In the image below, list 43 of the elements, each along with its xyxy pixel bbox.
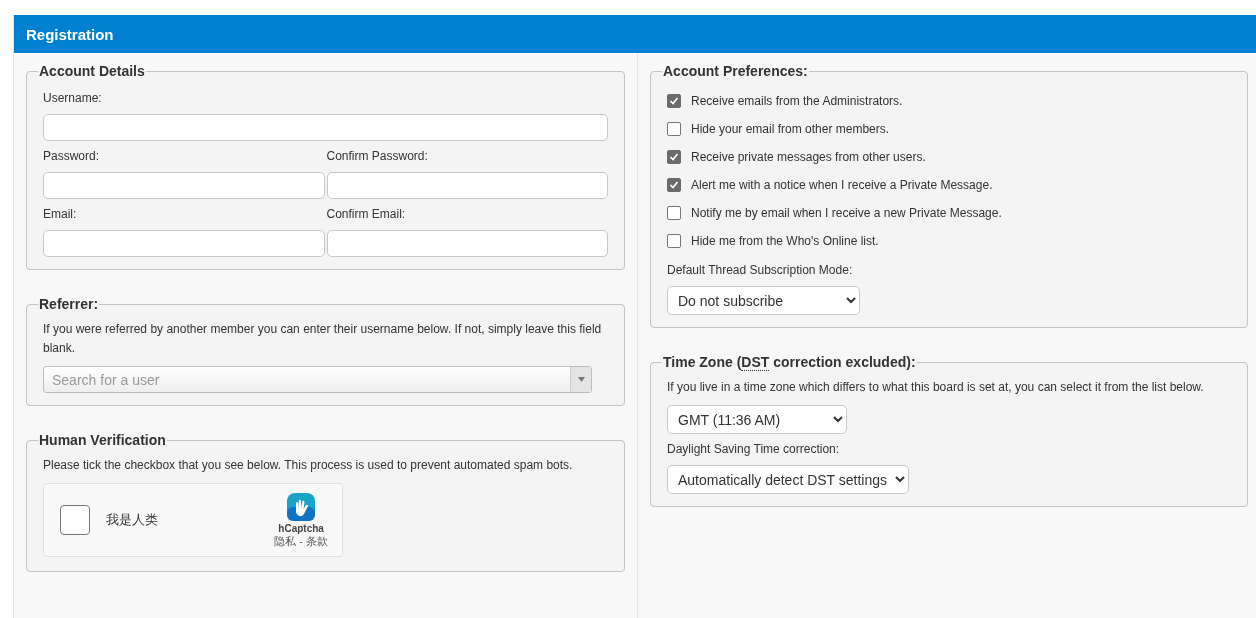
checkbox-option[interactable]: Hide your email from other members. (667, 115, 1231, 143)
field-label: Daylight Saving Time correction: (667, 442, 841, 456)
section-title: Referrer: (38, 296, 100, 312)
timezone-select[interactable]: GMT (11:36 AM) (667, 405, 847, 434)
checkbox[interactable] (667, 206, 681, 220)
input-field[interactable] (326, 230, 608, 257)
checkbox[interactable] (667, 150, 681, 164)
field-label: Password: (43, 149, 101, 163)
input-field[interactable] (326, 172, 608, 199)
field-label: Default Thread Subscription Mode: (667, 263, 854, 277)
section-title: Time Zone (DST correction excluded): (662, 354, 917, 370)
field-label: Confirm Email: (326, 207, 407, 221)
captcha-label: 我是人类 (106, 511, 159, 529)
dropdown-arrow-icon (577, 377, 585, 382)
checkbox[interactable] (667, 178, 681, 192)
section-title: Human Verification (38, 432, 167, 448)
description-text: If you live in a time zone which differs to what this board is set at, you can select it from the list below. (667, 379, 1205, 396)
panel-header: Registration (14, 15, 1256, 53)
checkbox[interactable] (667, 94, 681, 108)
field-label: Confirm Password: (326, 149, 429, 163)
user-search-field[interactable]: Search for a user (43, 366, 592, 393)
checkbox-option[interactable]: Receive emails from the Administrators. (667, 87, 1231, 115)
input-field[interactable] (43, 172, 325, 199)
checkbox-option[interactable]: Receive private messages from other users. (667, 143, 1231, 171)
description-text: If you were referred by another member you can enter their username below. If not, simply leave this field blank. (43, 321, 603, 357)
field-label: Username: (43, 91, 103, 105)
description-text: Please tick the checkbox that you see below. This process is used to prevent automated spam bots. (43, 457, 574, 474)
dst-select[interactable]: Automatically detect DST settings (667, 465, 909, 494)
captcha-checkbox[interactable] (60, 505, 90, 535)
subscription-select[interactable]: Do not subscribe (667, 286, 860, 315)
checkbox[interactable] (667, 122, 681, 136)
checkbox-option[interactable]: Hide me from the Who's Online list. (667, 227, 1231, 255)
captcha-links[interactable]: 隐私 - 条款 (274, 534, 328, 549)
checkbox-option[interactable]: Notify me by email when I receive a new Private Message. (667, 199, 1231, 227)
hand-logo-icon (285, 491, 318, 523)
section-title: Account Preferences: (662, 63, 809, 79)
field-label: Email: (43, 207, 78, 221)
captcha-brand: hCaptcha (278, 523, 324, 534)
section-title: Account Details (38, 63, 146, 79)
input-field[interactable] (43, 114, 608, 141)
checkbox-option[interactable]: Alert me with a notice when I receive a Private Message. (667, 171, 1231, 199)
checkbox[interactable] (667, 234, 681, 248)
input-field[interactable] (43, 230, 325, 257)
